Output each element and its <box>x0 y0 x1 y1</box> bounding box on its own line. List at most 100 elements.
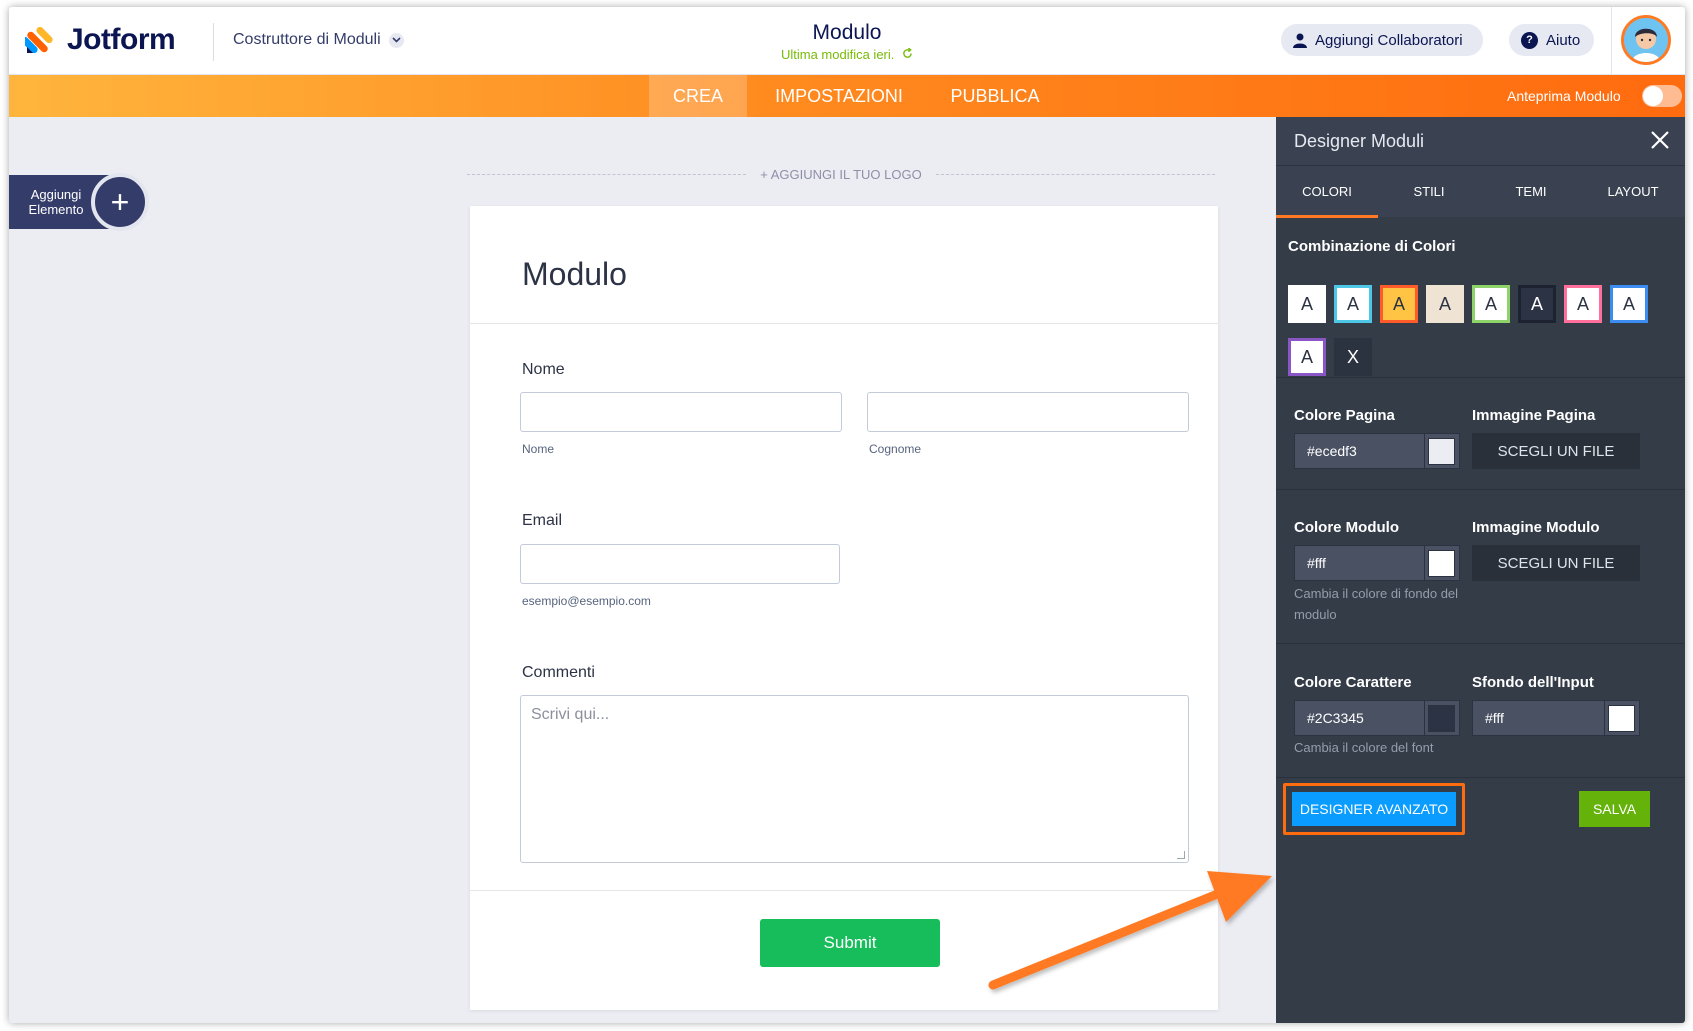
form-color-help: Cambia il colore di fondo del modulo <box>1294 586 1459 622</box>
color-scheme-swatch[interactable]: A <box>1518 285 1556 323</box>
add-logo-label: + AGGIUNGI IL TUO LOGO <box>760 166 922 182</box>
advanced-designer-button[interactable]: DESIGNER AVANZATO <box>1292 792 1456 826</box>
toggle-knob <box>1643 86 1663 106</box>
designer-tabs: COLORI STILI TEMI LAYOUT <box>1276 165 1685 218</box>
color-field-divider <box>1424 546 1425 580</box>
color-scheme-swatch[interactable]: A <box>1334 285 1372 323</box>
panel-header: Designer Moduli <box>1276 117 1685 165</box>
builder-dropdown[interactable]: Costruttore di Moduli <box>233 31 404 49</box>
tab-create[interactable]: CREA <box>649 75 747 117</box>
input-background-label: Sfondo dell'Input <box>1472 674 1594 691</box>
last-name-input[interactable] <box>867 392 1189 432</box>
tab-colors[interactable]: COLORI <box>1276 166 1378 218</box>
add-logo-zone[interactable]: + AGGIUNGI IL TUO LOGO <box>467 166 1215 182</box>
logo-zone-dash-right <box>935 173 1215 175</box>
panel-divider <box>1276 777 1685 778</box>
color-field-divider <box>1604 701 1605 735</box>
add-collaborators-button[interactable]: Aggiungi Collaboratori <box>1281 24 1483 56</box>
submit-button[interactable]: Submit <box>760 919 940 967</box>
email-sublabel: esempio@esempio.com <box>522 594 651 608</box>
color-scheme-swatch[interactable]: X <box>1334 338 1372 376</box>
font-color-swatch[interactable] <box>1428 705 1455 732</box>
avatar-divider <box>1611 7 1612 75</box>
font-color-field[interactable]: #2C3345 <box>1294 700 1460 736</box>
color-scheme-swatch[interactable]: A <box>1610 285 1648 323</box>
tab-settings[interactable]: IMPOSTAZIONI <box>769 75 909 117</box>
form-color-swatch[interactable] <box>1428 550 1455 577</box>
color-scheme-swatch[interactable]: A <box>1426 285 1464 323</box>
first-name-input[interactable] <box>520 392 842 432</box>
page-image-label: Immagine Pagina <box>1472 407 1596 424</box>
last-modified-text: Ultima modifica ieri. <box>780 47 895 62</box>
tab-layout[interactable]: LAYOUT <box>1582 166 1684 218</box>
font-color-label: Colore Carattere <box>1294 674 1412 691</box>
brand-name: Jotform <box>67 23 176 56</box>
add-element-button[interactable]: Aggiungi Elemento + <box>9 173 149 231</box>
tab-themes[interactable]: TEMI <box>1480 166 1582 218</box>
page-color-field[interactable]: #ecedf3 <box>1294 433 1460 469</box>
input-background-field[interactable]: #fff <box>1472 700 1640 736</box>
user-icon <box>1293 33 1307 48</box>
panel-divider <box>1276 489 1685 490</box>
jotform-logo[interactable]: Jotform <box>25 23 176 57</box>
close-icon[interactable] <box>1649 129 1671 151</box>
avatar-illustration-icon <box>1624 18 1668 62</box>
add-element-label: Aggiungi Elemento <box>28 187 84 217</box>
comments-field-label: Commenti <box>522 664 595 681</box>
name-field-label: Nome <box>522 361 565 378</box>
input-background-swatch[interactable] <box>1608 705 1635 732</box>
help-button[interactable]: ? Aiuto <box>1509 24 1594 56</box>
panel-divider <box>1276 377 1685 378</box>
builder-nav: CREA IMPOSTAZIONI PUBBLICA Anteprima Mod… <box>9 75 1685 117</box>
form-card: Modulo Nome Nome Cognome Email esempio@e… <box>470 206 1218 1010</box>
app-window: Jotform Costruttore di Moduli Modulo Ult… <box>9 7 1685 1023</box>
color-scheme-swatch[interactable]: A <box>1564 285 1602 323</box>
last-name-sublabel: Cognome <box>869 442 922 456</box>
font-color-help: Cambia il colore del font <box>1294 740 1434 755</box>
tab-styles[interactable]: STILI <box>1378 166 1480 218</box>
page-color-value: #ecedf3 <box>1307 443 1357 459</box>
input-background-value: #fff <box>1485 710 1504 726</box>
page-color-swatch[interactable] <box>1428 438 1455 465</box>
save-button[interactable]: SALVA <box>1579 791 1650 827</box>
header-divider-line <box>470 323 1218 324</box>
question-icon: ? <box>1521 31 1538 49</box>
form-heading[interactable]: Modulo <box>522 256 627 293</box>
help-label: Aiuto <box>1546 31 1581 49</box>
color-scheme-swatch[interactable]: A <box>1288 285 1326 323</box>
first-name-sublabel: Nome <box>522 442 555 456</box>
jotform-logo-icon <box>25 26 53 54</box>
page-color-label: Colore Pagina <box>1294 407 1395 424</box>
comments-placeholder: Scrivi qui... <box>531 706 610 723</box>
email-input[interactable] <box>520 544 840 584</box>
form-color-value: #fff <box>1307 555 1326 571</box>
page-image-choose-file-button[interactable]: SCEGLI UN FILE <box>1472 433 1640 469</box>
color-scheme-swatch[interactable]: A <box>1380 285 1418 323</box>
color-schemes-label: Combinazione di Colori <box>1288 238 1456 255</box>
panel-divider <box>1276 643 1685 644</box>
chevron-down-icon <box>388 32 404 48</box>
panel-title: Designer Moduli <box>1294 131 1425 151</box>
resize-handle-icon[interactable] <box>1177 851 1185 859</box>
form-preview-toggle[interactable] <box>1642 85 1682 107</box>
refresh-icon[interactable] <box>902 48 913 59</box>
comments-textarea[interactable]: Scrivi qui... <box>520 695 1189 863</box>
tab-publish[interactable]: PUBBLICA <box>939 75 1051 117</box>
form-designer-panel: Designer Moduli COLORI STILI TEMI LAYOUT… <box>1276 117 1685 1023</box>
add-collaborators-label: Aggiungi Collaboratori <box>1315 31 1463 49</box>
user-avatar[interactable] <box>1621 15 1671 65</box>
form-image-choose-file-button[interactable]: SCEGLI UN FILE <box>1472 545 1640 581</box>
color-field-divider <box>1424 434 1425 468</box>
color-scheme-swatch[interactable]: A <box>1288 338 1326 376</box>
form-color-label: Colore Modulo <box>1294 519 1399 536</box>
top-header: Jotform Costruttore di Moduli Modulo Ult… <box>9 7 1685 75</box>
font-color-value: #2C3345 <box>1307 710 1364 726</box>
plus-icon: + <box>91 173 149 231</box>
form-color-field[interactable]: #fff <box>1294 545 1460 581</box>
footer-divider-line <box>470 890 1218 891</box>
color-field-divider <box>1424 701 1425 735</box>
form-preview-label: Anteprima Modulo <box>1507 88 1621 104</box>
builder-dropdown-label: Costruttore di Moduli <box>233 31 381 48</box>
color-scheme-swatch[interactable]: A <box>1472 285 1510 323</box>
logo-zone-dash-left <box>467 173 747 175</box>
